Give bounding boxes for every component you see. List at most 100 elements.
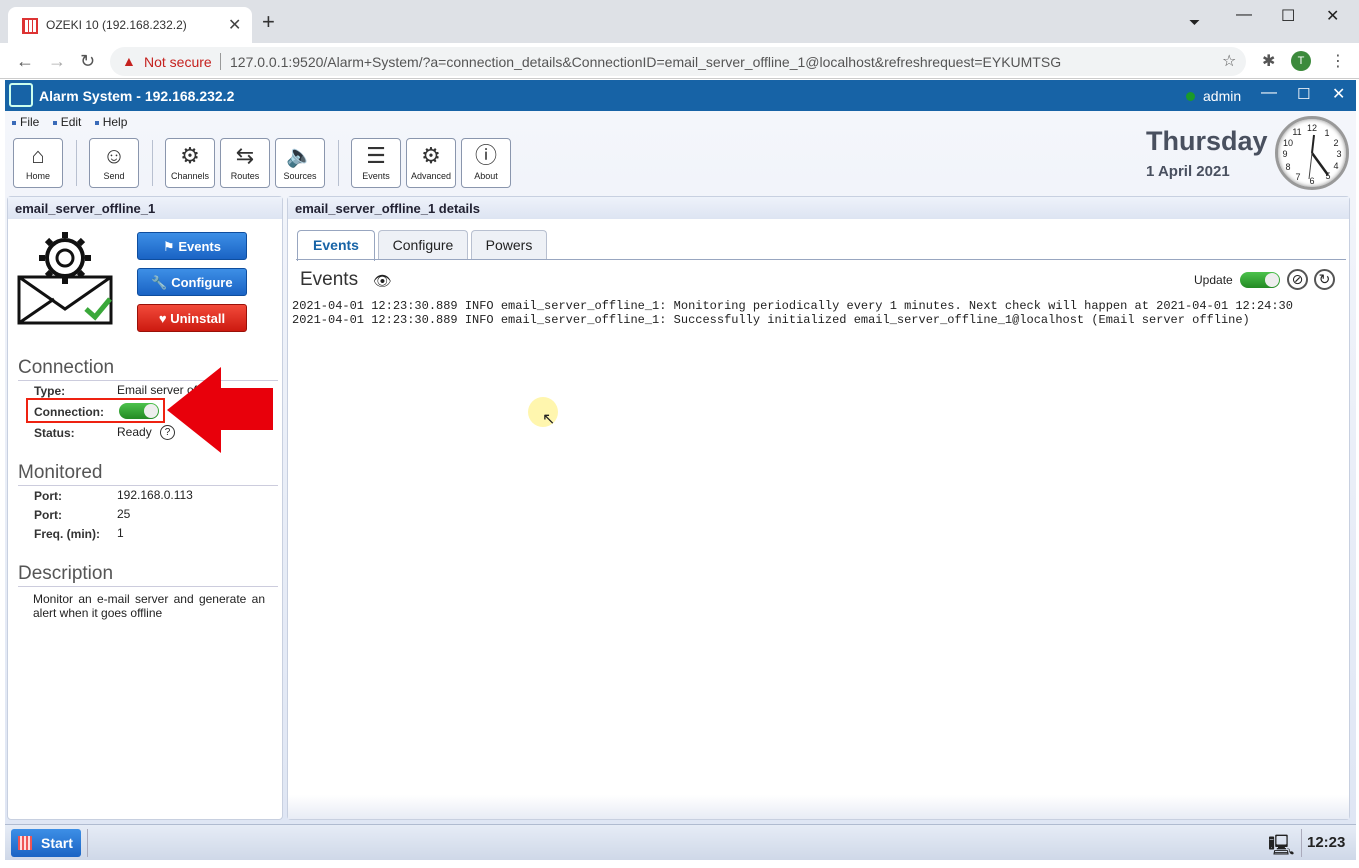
toolbar-send-button[interactable]: ☺ Send (89, 138, 139, 188)
svg-text:10: 10 (1283, 138, 1293, 148)
log-line: 2021-04-01 12:23:30.889 INFO email_serve… (292, 299, 1293, 313)
connection-label: Connection: (34, 405, 104, 419)
online-status-dot (1186, 92, 1195, 101)
url-field[interactable]: ▲ Not secure 127.0.0.1:9520/Alarm+System… (110, 47, 1246, 76)
address-bar-row: ← → ↻ ▲ Not secure 127.0.0.1:9520/Alarm+… (0, 43, 1359, 79)
monitored-row-value: 192.168.0.113 (117, 488, 193, 502)
ozeki-favicon-icon (22, 18, 38, 34)
tab-search-icon[interactable]: ⏷ (1189, 14, 1200, 31)
extensions-icon[interactable]: ✱ (1262, 51, 1275, 71)
menu-edit[interactable]: Edit (53, 115, 82, 129)
events-title: Events (300, 269, 359, 290)
menu-file[interactable]: File (12, 115, 39, 129)
tab-title: OZEKI 10 (192.168.232.2) (46, 18, 187, 32)
not-secure-label[interactable]: Not secure (144, 54, 212, 70)
url-text[interactable]: 127.0.0.1:9520/Alarm+System/?a=connectio… (230, 54, 1061, 70)
svg-text:4: 4 (1333, 161, 1338, 171)
wrench-icon: 🔧 (151, 275, 172, 290)
uninstall-button[interactable]: ♥ Uninstall (137, 304, 247, 332)
close-tab-icon[interactable]: ✕ (228, 15, 241, 35)
mouse-cursor-icon: ↖ (542, 411, 556, 428)
close-window-icon[interactable]: ✕ (1326, 6, 1339, 26)
back-icon[interactable]: ← (16, 51, 34, 72)
start-icon (18, 836, 32, 850)
connection-details-panel: email_server_offline_1 details Events Co… (287, 196, 1350, 820)
new-tab-icon[interactable]: + (262, 11, 275, 33)
connection-summary-panel: email_server_offline_1 ⚑ Events 🔧 Config… (7, 196, 283, 820)
connection-toggle[interactable] (119, 403, 159, 419)
broken-heart-icon: ♥ (158, 311, 171, 326)
svg-text:1: 1 (1324, 128, 1329, 138)
user-name[interactable]: admin (1203, 88, 1241, 104)
status-label: Status: (34, 426, 75, 440)
update-toggle[interactable] (1240, 272, 1280, 288)
menu-bar: File Edit Help (12, 115, 137, 129)
desktop-icon[interactable]: 🖳 (1268, 831, 1295, 865)
browser-tab[interactable]: OZEKI 10 (192.168.232.2) ✕ (8, 7, 252, 43)
monitored-row-value: 25 (117, 507, 131, 521)
app-titlebar: Alarm System - 192.168.232.2 admin — ☐ ✕ (5, 80, 1356, 111)
email-gear-icon (16, 227, 116, 332)
update-label: Update (1194, 273, 1233, 287)
gear-icon: ⚙ (421, 143, 441, 168)
tab-configure[interactable]: Configure (378, 230, 468, 260)
user-icon: ☺ (102, 143, 126, 168)
log-line: 2021-04-01 12:23:30.889 INFO email_serve… (292, 313, 1250, 327)
status-value: Ready (117, 425, 152, 439)
description-text: Monitor an e-mail server and generate an… (33, 592, 265, 620)
monitored-row-label: Port: (34, 489, 62, 503)
configure-button[interactable]: 🔧 Configure (137, 268, 247, 296)
events-button[interactable]: ⚑ Events (137, 232, 247, 260)
profile-avatar[interactable]: T (1291, 51, 1311, 71)
app-minimize-icon[interactable]: — (1261, 84, 1277, 102)
connection-section-title: Connection (18, 357, 115, 378)
monitored-section-title: Monitored (18, 462, 103, 483)
clock-day: Thursday (1146, 126, 1268, 156)
tab-events[interactable]: Events (297, 230, 375, 261)
routes-icon: ⇆ (235, 143, 255, 168)
bookmark-star-icon[interactable]: ☆ (1222, 51, 1236, 71)
eye-icon[interactable]: 👁 (373, 272, 392, 290)
home-icon: ⌂ (31, 143, 45, 168)
taskbar-clock: 12:23 (1307, 834, 1346, 851)
maximize-window-icon[interactable]: ☐ (1281, 6, 1295, 26)
app-close-icon[interactable]: ✕ (1332, 84, 1345, 104)
browser-menu-icon[interactable]: ⋮ (1330, 51, 1346, 71)
reload-icon[interactable]: ↻ (80, 51, 95, 72)
type-label: Type: (34, 384, 66, 398)
taskbar: Start 🖳 12:23 (5, 824, 1356, 860)
app-maximize-icon[interactable]: ☐ (1297, 85, 1310, 103)
red-arrow-icon (167, 367, 277, 458)
toolbar-routes-button[interactable]: ⇆ Routes (220, 138, 270, 188)
svg-text:9: 9 (1282, 149, 1287, 159)
monitored-row-value: 1 (117, 526, 124, 540)
toolbar-events-button[interactable]: ☰ Events (351, 138, 401, 188)
toolbar-about-button[interactable]: ⓘ About (461, 138, 511, 188)
toolbar-home-button[interactable]: ⌂ Home (13, 138, 63, 188)
forward-icon[interactable]: → (48, 51, 66, 72)
minimize-window-icon[interactable]: — (1236, 6, 1252, 24)
tab-powers[interactable]: Powers (471, 230, 547, 260)
start-button[interactable]: Start (11, 829, 81, 857)
svg-text:7: 7 (1295, 172, 1300, 182)
toolbar-sources-button[interactable]: 🔈 Sources (275, 138, 325, 188)
left-panel-header: email_server_offline_1 (8, 197, 282, 219)
svg-text:11: 11 (1292, 127, 1301, 137)
svg-text:3: 3 (1336, 149, 1341, 159)
toolbar-channels-button[interactable]: ⚙ Channels (165, 138, 215, 188)
flag-icon: ⚑ (163, 239, 179, 254)
warning-icon: ▲ (122, 53, 136, 69)
right-panel-header: email_server_offline_1 details (288, 197, 1349, 219)
refresh-icon[interactable]: ↻ (1314, 269, 1335, 290)
svg-text:8: 8 (1285, 162, 1290, 172)
monitored-row-label: Freq. (min): (34, 527, 100, 541)
toolbar-advanced-button[interactable]: ⚙ Advanced (406, 138, 456, 188)
monitored-row-label: Port: (34, 508, 62, 522)
app-title: Alarm System - 192.168.232.2 (39, 88, 235, 104)
clear-log-icon[interactable]: ⊘ (1287, 269, 1308, 290)
app-home-icon[interactable] (9, 83, 33, 107)
browser-tab-bar: OZEKI 10 (192.168.232.2) ✕ + ⏷ — ☐ ✕ (0, 0, 1359, 43)
menu-help[interactable]: Help (95, 115, 128, 129)
events-icon: ☰ (366, 143, 386, 168)
info-icon: ⓘ (474, 143, 497, 168)
